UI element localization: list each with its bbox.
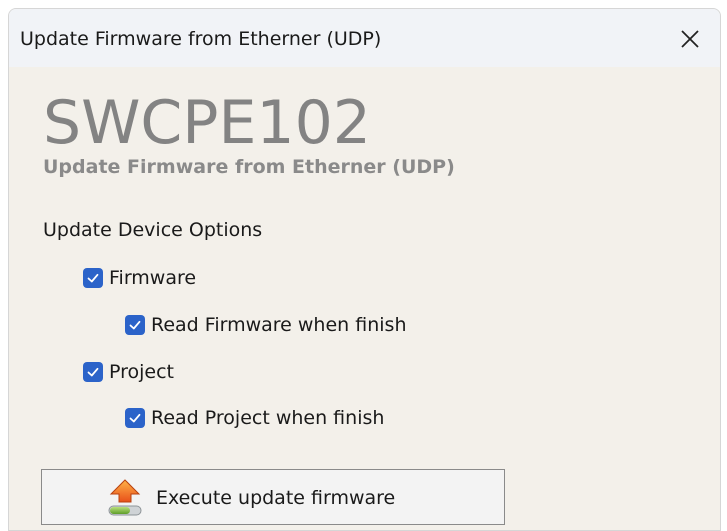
project-checkbox-row[interactable]: Project bbox=[83, 361, 174, 383]
close-icon bbox=[681, 30, 699, 48]
read-firmware-checkbox-row[interactable]: Read Firmware when finish bbox=[125, 314, 406, 336]
title-bar: Update Firmware from Etherner (UDP) bbox=[9, 9, 720, 67]
firmware-checkbox[interactable] bbox=[83, 268, 103, 288]
checkmark-icon bbox=[129, 320, 141, 330]
firmware-checkbox-label: Firmware bbox=[109, 267, 197, 289]
page-subtitle: Update Firmware from Etherner (UDP) bbox=[43, 156, 455, 178]
update-firmware-dialog: Update Firmware from Etherner (UDP) SWCP… bbox=[8, 8, 721, 531]
upload-arrow-icon bbox=[108, 479, 142, 516]
checkmark-icon bbox=[129, 413, 141, 423]
device-name-heading: SWCPE102 bbox=[43, 88, 371, 158]
checkmark-icon bbox=[87, 367, 99, 377]
project-checkbox[interactable] bbox=[83, 362, 103, 382]
read-firmware-checkbox[interactable] bbox=[125, 315, 145, 335]
window-title: Update Firmware from Etherner (UDP) bbox=[20, 28, 382, 50]
read-project-checkbox[interactable] bbox=[125, 408, 145, 428]
project-checkbox-label: Project bbox=[109, 361, 175, 383]
read-project-checkbox-label: Read Project when finish bbox=[151, 407, 385, 429]
close-button[interactable] bbox=[670, 19, 710, 59]
execute-update-button[interactable]: Execute update firmware bbox=[41, 469, 505, 525]
options-section-label: Update Device Options bbox=[43, 219, 263, 241]
read-project-checkbox-row[interactable]: Read Project when finish bbox=[125, 407, 384, 429]
read-firmware-checkbox-label: Read Firmware when finish bbox=[151, 314, 407, 336]
execute-update-label: Execute update firmware bbox=[156, 487, 396, 509]
firmware-checkbox-row[interactable]: Firmware bbox=[83, 267, 196, 289]
checkmark-icon bbox=[87, 273, 99, 283]
